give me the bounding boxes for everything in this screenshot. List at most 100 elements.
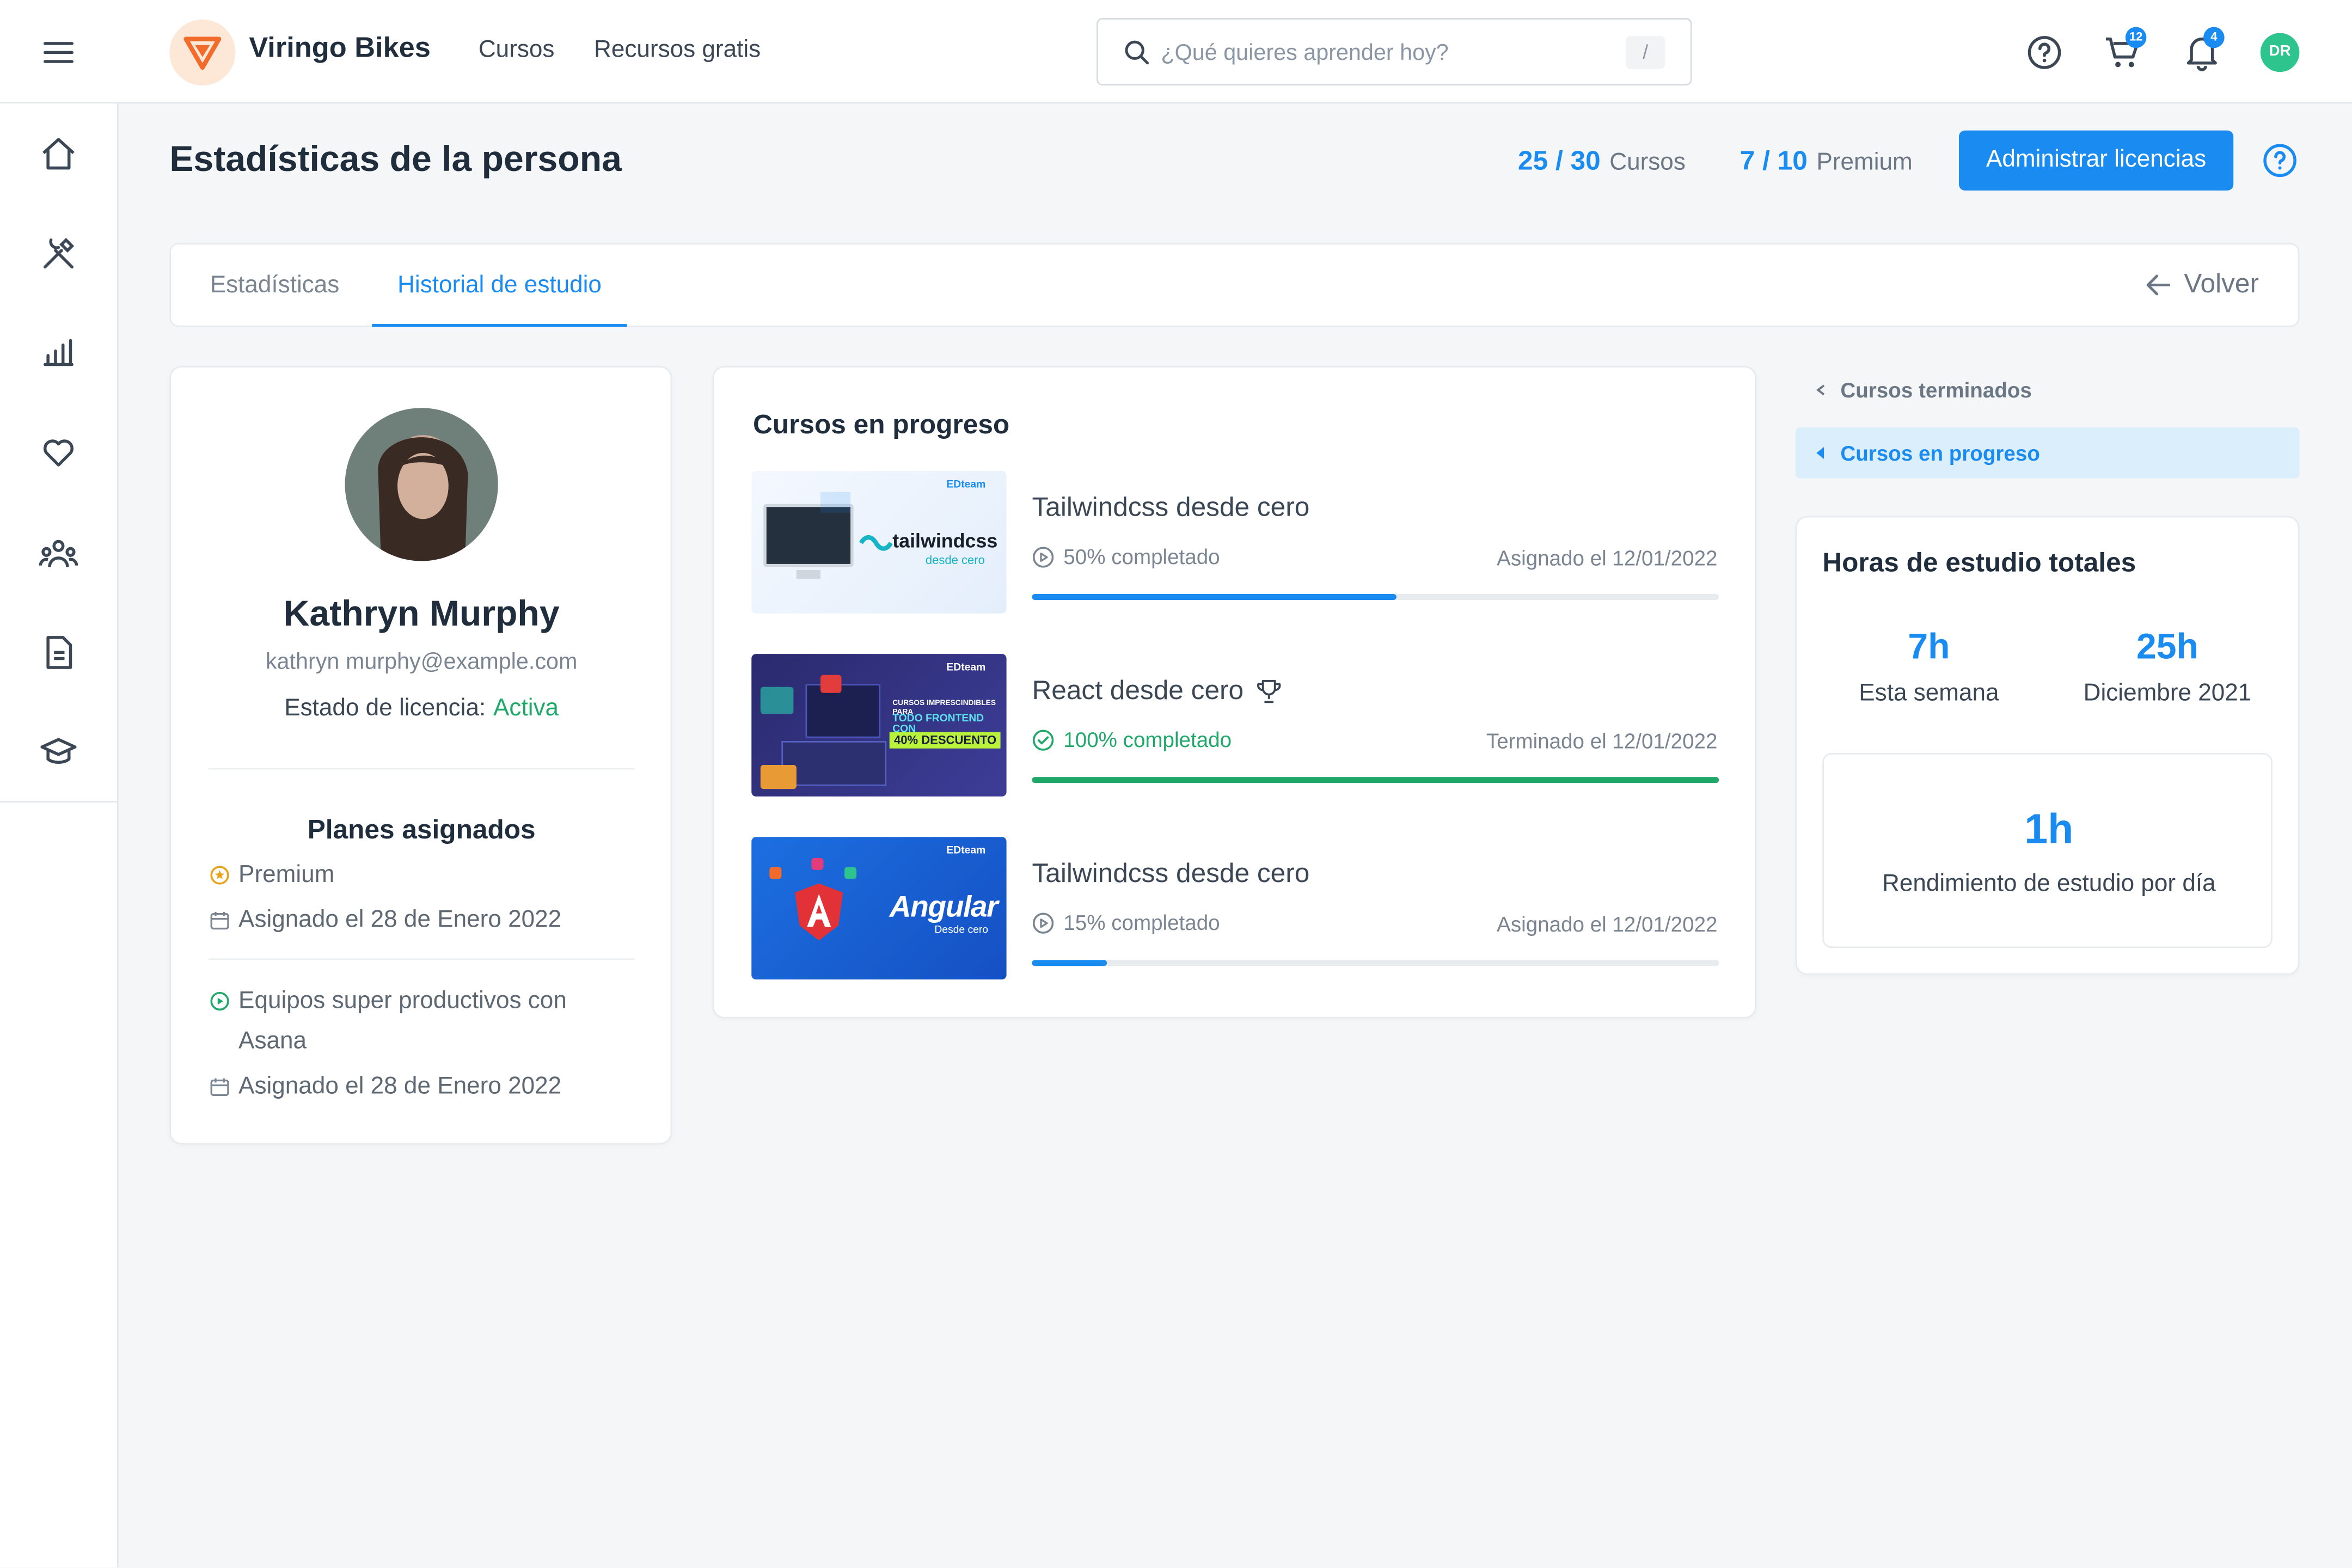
graduation-cap-icon[interactable]: [39, 732, 78, 771]
notification-count-badge: 4: [2203, 27, 2225, 48]
tab-historial[interactable]: Historial de estudio: [372, 244, 627, 327]
nav-link-recursos[interactable]: Recursos gratis: [594, 38, 761, 65]
hamburger-menu-icon[interactable]: [42, 36, 75, 69]
cart-button[interactable]: 12: [2103, 27, 2147, 72]
courses-stat-value: 25 / 30: [1518, 145, 1601, 176]
study-hours-card: Horas de estudio totales 7h Esta semana …: [1795, 516, 2300, 975]
brand-logo[interactable]: [169, 19, 236, 86]
premium-stat-label: Premium: [1816, 150, 1913, 176]
courses-stat-label: Cursos: [1609, 150, 1686, 176]
course-title-text: Tailwindcss desde cero: [1032, 857, 1310, 888]
manage-licenses-button[interactable]: Administrar licencias: [1959, 130, 2234, 191]
month-hours-value: 25h: [2136, 627, 2198, 667]
course-thumbnail[interactable]: Angular Desde cero EDteam: [751, 837, 1007, 980]
brand-name[interactable]: Viringo Bikes: [249, 33, 431, 66]
course-thumbnail[interactable]: CURSOS IMPRESCINDIBLES PARA TODO FRONTEN…: [751, 654, 1007, 797]
search-icon: [1125, 40, 1149, 65]
heart-icon[interactable]: [39, 432, 78, 471]
daily-hours-label: Rendimiento de estudio por día: [1882, 871, 2216, 897]
courses-section-title: Cursos en progreso: [753, 409, 1010, 440]
course-thumbnail[interactable]: tailwindcss desde cero EDteam: [751, 471, 1007, 614]
thumb-brand: EDteam: [946, 663, 986, 673]
caret-left-icon: [1816, 384, 1825, 396]
progress-fill: [1032, 593, 1396, 600]
daily-hours-value: 1h: [2024, 805, 2074, 852]
chart-icon[interactable]: [39, 333, 78, 372]
divider: [208, 958, 635, 960]
back-button[interactable]: Volver: [2145, 268, 2259, 300]
courses-card: Cursos en progreso tailwindcss desde cer…: [712, 366, 1757, 1019]
tab-estadisticas[interactable]: Estadísticas: [185, 244, 365, 327]
play-circle-icon: [1032, 912, 1054, 933]
thumb-title: Angular: [889, 891, 999, 924]
side-nav-label: Cursos en progreso: [1840, 440, 2040, 465]
page-title: Estadísticas de la persona: [169, 139, 622, 180]
progress-fill: [1032, 960, 1108, 966]
progress-bar: [1032, 593, 1719, 600]
week-hours-label: Esta semana: [1859, 681, 1999, 707]
plan-name-asana: Equipos super productivos con Asana: [238, 988, 567, 1055]
thumb-brand: EDteam: [946, 846, 986, 857]
plan-name-premium: Premium: [238, 862, 335, 888]
license-status: Estado de licencia: Activa: [171, 696, 672, 723]
profile-email: kathryn murphy@example.com: [265, 649, 578, 675]
course-title-text: React desde cero: [1032, 675, 1244, 705]
side-nav-cursos-terminados[interactable]: Cursos terminados: [1796, 364, 2300, 415]
progress-bar: [1032, 777, 1719, 783]
cart-count-badge: 12: [2125, 27, 2147, 48]
month-hours-label: Diciembre 2021: [2083, 681, 2252, 707]
course-title[interactable]: Tailwindcss desde cero: [1032, 492, 1309, 524]
course-title[interactable]: Tailwindcss desde cero: [1032, 858, 1309, 890]
course-title[interactable]: React desde cero: [1032, 675, 1282, 707]
course-progress-text: 100% completado: [1063, 727, 1232, 752]
top-bar: Viringo Bikes Cursos Recursos gratis / 1…: [0, 0, 2352, 104]
side-nav-cursos-en-progreso[interactable]: Cursos en progreso: [1795, 427, 2300, 479]
tab-bar: Estadísticas Historial de estudio Volver: [169, 243, 2300, 327]
plan-assigned-date: Asignado el 28 de Enero 2022: [238, 907, 562, 933]
profile-card: Kathryn Murphy kathryn murphy@example.co…: [169, 366, 672, 1145]
course-progress-text: 50% completado: [1063, 544, 1220, 569]
progress-fill: [1032, 777, 1719, 783]
sidebar-divider: [0, 801, 119, 803]
thumb-title: tailwindcss: [892, 529, 998, 552]
user-avatar[interactable]: DR: [2260, 33, 2300, 72]
team-icon[interactable]: [39, 534, 78, 573]
caret-left-icon: [1816, 446, 1824, 460]
week-hours-value: 7h: [1908, 627, 1950, 667]
search-box[interactable]: /: [1096, 18, 1692, 86]
document-icon[interactable]: [39, 633, 78, 672]
progress-bar: [1032, 960, 1719, 966]
calendar-icon: [210, 1078, 229, 1097]
notifications-button[interactable]: 4: [2183, 27, 2225, 72]
daily-performance-card: 1h Rendimiento de estudio por día: [1822, 753, 2273, 948]
sidebar: [0, 103, 119, 1567]
play-circle-icon: [210, 991, 229, 1011]
check-circle-icon: [1032, 729, 1054, 750]
course-title-text: Tailwindcss desde cero: [1032, 492, 1310, 522]
course-progress: 15% completado: [1032, 910, 1220, 934]
course-progress-text: 15% completado: [1063, 910, 1220, 935]
course-date: Asignado el 12/01/2022: [1497, 912, 1718, 936]
play-circle-icon: [1032, 546, 1054, 567]
courses-stat: 25 / 30 Cursos: [1518, 145, 1686, 177]
tools-icon[interactable]: [39, 234, 78, 273]
course-progress: 100% completado: [1032, 727, 1232, 751]
app-root: Viringo Bikes Cursos Recursos gratis / 1…: [0, 0, 2352, 1567]
course-date: Asignado el 12/01/2022: [1497, 546, 1718, 570]
divider: [208, 768, 635, 770]
star-icon: [210, 866, 229, 885]
thumb-subtitle: 40% DESCUENTO: [889, 732, 1001, 749]
course-progress: 50% completado: [1032, 544, 1220, 568]
help-icon[interactable]: [2025, 33, 2064, 72]
hours-title: Horas de estudio totales: [1822, 547, 2136, 578]
course-date: Terminado el 12/01/2022: [1486, 728, 1718, 754]
arrow-left-icon: [2146, 274, 2171, 295]
premium-stat-value: 7 / 10: [1739, 145, 1808, 176]
home-icon[interactable]: [39, 135, 78, 174]
search-shortcut-hint: /: [1626, 36, 1665, 69]
back-label: Volver: [2184, 268, 2259, 299]
nav-link-cursos[interactable]: Cursos: [479, 38, 555, 65]
trophy-icon: [1257, 679, 1281, 702]
help-circle-icon[interactable]: [2262, 143, 2298, 179]
search-input[interactable]: [1161, 37, 1611, 68]
